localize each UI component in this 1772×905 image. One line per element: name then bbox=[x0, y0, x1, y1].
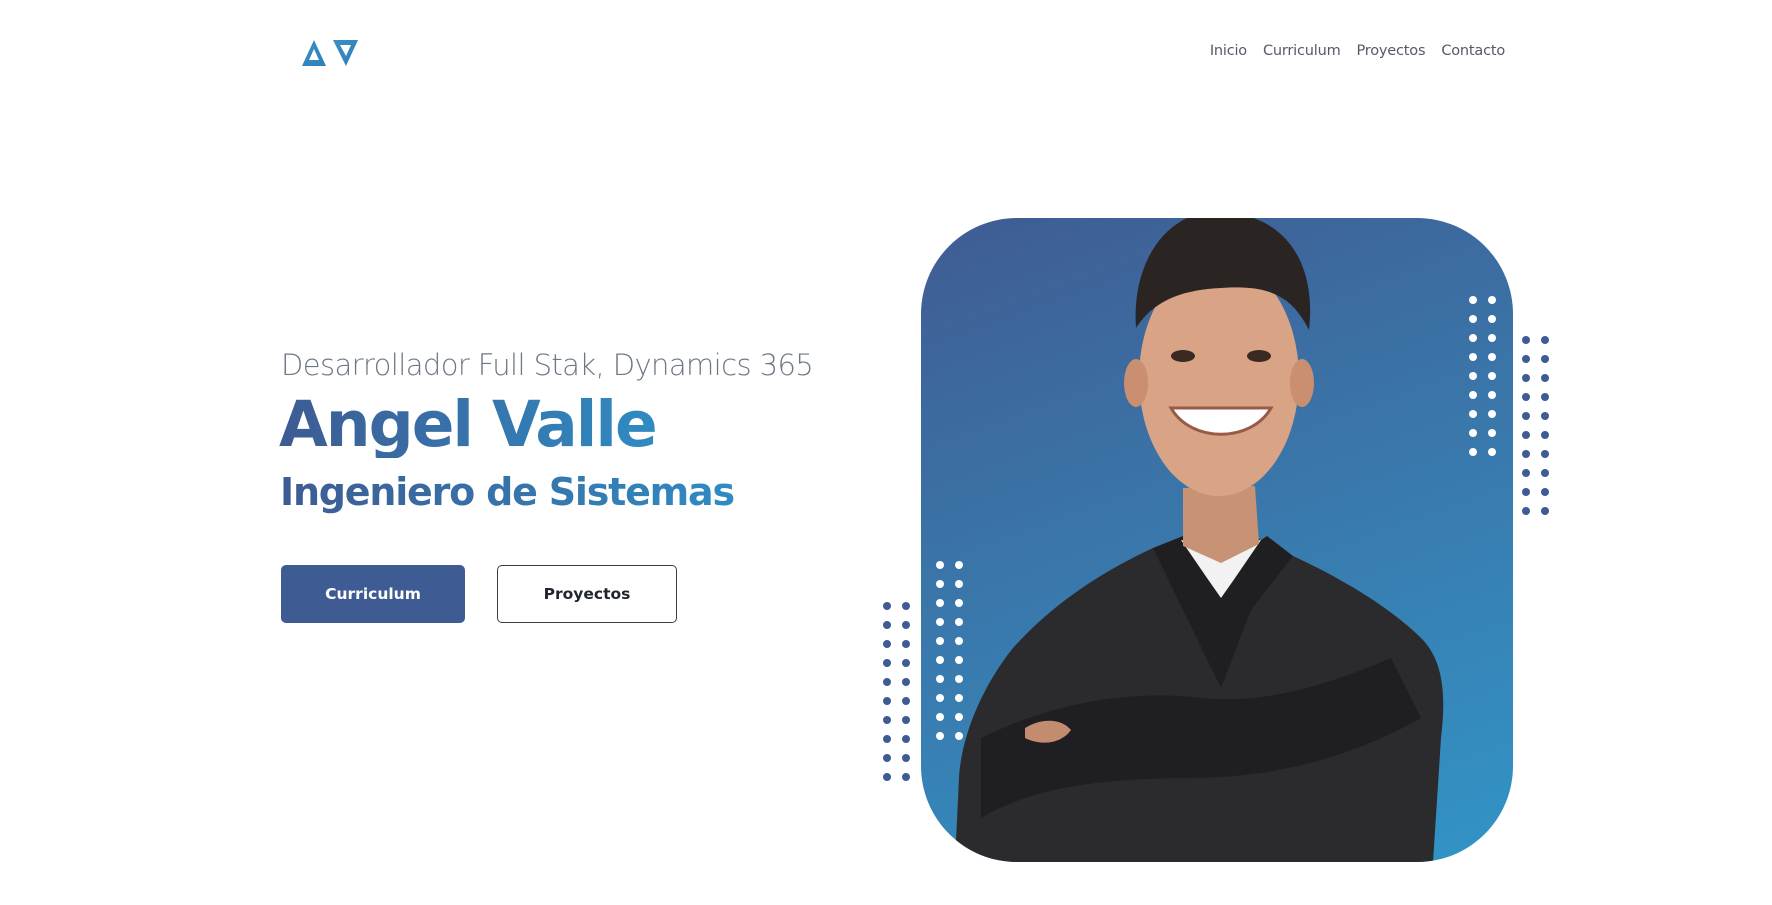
dot bbox=[955, 713, 963, 721]
dot-pattern-right bbox=[1522, 336, 1549, 515]
dot bbox=[1469, 372, 1477, 380]
dot bbox=[1541, 412, 1549, 420]
dot bbox=[1522, 374, 1530, 382]
dot bbox=[1522, 450, 1530, 458]
nav-link-curriculum[interactable]: Curriculum bbox=[1263, 43, 1341, 59]
dot bbox=[955, 732, 963, 740]
dot bbox=[902, 697, 910, 705]
dot bbox=[1488, 296, 1496, 304]
dot bbox=[883, 640, 891, 648]
dot bbox=[955, 656, 963, 664]
dot bbox=[902, 773, 910, 781]
dot bbox=[1469, 429, 1477, 437]
dot bbox=[1522, 412, 1530, 420]
dot bbox=[883, 659, 891, 667]
dot bbox=[883, 697, 891, 705]
dot bbox=[902, 735, 910, 743]
dot bbox=[1541, 488, 1549, 496]
dot bbox=[902, 716, 910, 724]
dot bbox=[1469, 391, 1477, 399]
dot bbox=[1488, 353, 1496, 361]
main-nav: Inicio Curriculum Proyectos Contacto bbox=[1210, 43, 1505, 59]
dot bbox=[902, 754, 910, 762]
dot bbox=[1488, 448, 1496, 456]
dot bbox=[936, 637, 944, 645]
dot bbox=[936, 599, 944, 607]
dot bbox=[955, 618, 963, 626]
dot bbox=[1541, 450, 1549, 458]
dot bbox=[936, 675, 944, 683]
dot bbox=[1522, 469, 1530, 477]
dot-pattern-left bbox=[883, 602, 910, 781]
proyectos-button[interactable]: Proyectos bbox=[497, 565, 677, 623]
dot bbox=[1522, 431, 1530, 439]
nav-link-inicio[interactable]: Inicio bbox=[1210, 43, 1247, 59]
dot bbox=[1488, 334, 1496, 342]
dot bbox=[1469, 353, 1477, 361]
curriculum-button[interactable]: Curriculum bbox=[281, 565, 465, 623]
dot bbox=[955, 561, 963, 569]
dot bbox=[1469, 410, 1477, 418]
dot bbox=[936, 694, 944, 702]
dot bbox=[955, 637, 963, 645]
dot bbox=[1522, 355, 1530, 363]
dot bbox=[1541, 374, 1549, 382]
dot bbox=[1541, 507, 1549, 515]
dot bbox=[883, 678, 891, 686]
dot-pattern-bottom-left bbox=[936, 561, 963, 740]
nav-link-proyectos[interactable]: Proyectos bbox=[1357, 43, 1426, 59]
dot bbox=[1488, 410, 1496, 418]
dot bbox=[936, 561, 944, 569]
dot bbox=[1541, 469, 1549, 477]
dot bbox=[1469, 296, 1477, 304]
dot bbox=[883, 621, 891, 629]
dot bbox=[936, 713, 944, 721]
hero-subtitle: Desarrollador Full Stak, Dynamics 365 bbox=[281, 348, 814, 382]
dot bbox=[1488, 429, 1496, 437]
dot bbox=[902, 659, 910, 667]
dot bbox=[936, 656, 944, 664]
portfolio-page: Inicio Curriculum Proyectos Contacto Des… bbox=[0, 0, 1772, 905]
dot bbox=[955, 675, 963, 683]
dot bbox=[1522, 393, 1530, 401]
portrait-card bbox=[921, 218, 1513, 862]
dot bbox=[883, 754, 891, 762]
av-logo-icon[interactable] bbox=[300, 36, 364, 68]
dot bbox=[902, 602, 910, 610]
dot bbox=[955, 580, 963, 588]
hero-name: Angel Valle bbox=[279, 388, 658, 461]
dot bbox=[1522, 507, 1530, 515]
dot bbox=[902, 678, 910, 686]
dot bbox=[1488, 372, 1496, 380]
dot bbox=[1541, 393, 1549, 401]
dot bbox=[902, 640, 910, 648]
dot bbox=[936, 732, 944, 740]
dot bbox=[883, 716, 891, 724]
dot bbox=[1541, 336, 1549, 344]
dot bbox=[1522, 488, 1530, 496]
dot-pattern-top-right bbox=[1469, 296, 1496, 456]
hero-role: Ingeniero de Sistemas bbox=[280, 470, 735, 514]
dot bbox=[1522, 336, 1530, 344]
dot bbox=[936, 618, 944, 626]
nav-link-contacto[interactable]: Contacto bbox=[1441, 43, 1505, 59]
dot bbox=[902, 621, 910, 629]
dot bbox=[883, 735, 891, 743]
dot bbox=[1469, 334, 1477, 342]
dot bbox=[883, 602, 891, 610]
dot bbox=[1469, 448, 1477, 456]
dot bbox=[1469, 315, 1477, 323]
dot bbox=[955, 694, 963, 702]
portrait-photo bbox=[955, 218, 1444, 862]
dot bbox=[883, 773, 891, 781]
dot bbox=[955, 599, 963, 607]
dot bbox=[1488, 315, 1496, 323]
dot bbox=[1541, 431, 1549, 439]
dot bbox=[936, 580, 944, 588]
dot bbox=[1541, 355, 1549, 363]
dot bbox=[1488, 391, 1496, 399]
